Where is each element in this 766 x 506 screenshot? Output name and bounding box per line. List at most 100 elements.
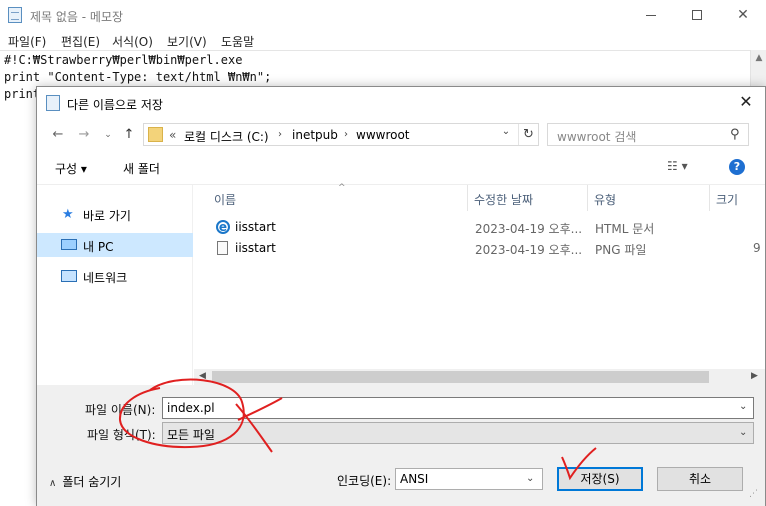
notepad-icon — [46, 95, 60, 111]
refresh-icon[interactable]: ↻ — [518, 124, 538, 145]
address-bar[interactable]: « 로컬 디스크 (C:) › inetpub › wwwroot ⌄ ↻ — [143, 123, 539, 146]
column-header-label: 이름 — [214, 193, 237, 207]
column-header-label: 수정한 날짜 — [474, 193, 534, 207]
nav-item-network[interactable]: 네트워크 — [37, 264, 193, 288]
search-placeholder: wwwroot 검색 — [557, 130, 637, 144]
scroll-right-icon[interactable]: ▶ — [751, 371, 758, 381]
hide-folders-button[interactable]: ∧ 폴더 숨기기 — [49, 473, 121, 490]
png-file-icon — [217, 241, 228, 255]
filetype-value: 모든 파일 — [167, 428, 215, 442]
close-icon: ✕ — [737, 7, 749, 23]
view-options-icon[interactable]: ☷ ▾ — [667, 159, 688, 173]
breadcrumb-inetpub[interactable]: inetpub — [292, 128, 338, 142]
new-folder-button[interactable]: 새 폴더 — [123, 160, 160, 177]
back-icon[interactable]: ← — [49, 127, 67, 142]
scroll-left-icon[interactable]: ◀ — [199, 371, 206, 381]
close-button[interactable]: ✕ — [720, 0, 766, 31]
notepad-titlebar: 제목 없음 - 메모장 ✕ — [0, 0, 766, 31]
nav-item-label: 바로 가기 — [83, 209, 131, 223]
notepad-icon — [8, 7, 22, 23]
recent-locations-icon[interactable]: ⌄ — [99, 130, 117, 140]
file-date: 2023-04-19 오후... — [475, 243, 583, 257]
hide-folders-label: 폴더 숨기기 — [62, 475, 122, 489]
filetype-select[interactable]: 모든 파일 ⌄ — [162, 422, 754, 444]
star-icon: ★ — [62, 207, 74, 222]
maximize-button[interactable] — [674, 0, 720, 31]
network-icon — [61, 270, 77, 282]
column-header-name[interactable]: ^ 이름 — [208, 183, 468, 211]
file-row[interactable]: iisstart 2023-04-19 오후... PNG 파일 9 — [194, 238, 765, 258]
filetype-label: 파일 형식(T): — [87, 428, 156, 442]
file-date: 2023-04-19 오후... — [475, 222, 583, 236]
organize-button[interactable]: 구성 ▾ — [55, 160, 87, 177]
menu-format[interactable]: 서식(O) — [112, 33, 153, 50]
scrollbar-thumb[interactable] — [212, 371, 709, 383]
search-box[interactable]: wwwroot 검색 ⚲ — [547, 123, 749, 146]
column-header-size[interactable]: 크기 — [710, 185, 766, 211]
filename-label: 파일 이름(N): — [85, 403, 156, 417]
resize-grip-icon[interactable]: ⋰ — [749, 489, 758, 499]
chevron-right-icon: › — [278, 129, 282, 140]
horizontal-scrollbar[interactable]: ◀ ▶ — [194, 369, 765, 386]
column-header-type[interactable]: 유형 — [588, 185, 710, 211]
maximize-icon — [692, 10, 702, 20]
ie-html-icon: e — [216, 220, 230, 234]
menu-edit[interactable]: 편집(E) — [61, 33, 100, 50]
search-icon: ⚲ — [730, 127, 740, 142]
cancel-button[interactable]: 취소 — [657, 467, 743, 491]
breadcrumb-wwwroot[interactable]: wwwroot — [356, 128, 410, 142]
minimize-icon — [646, 14, 656, 16]
chevron-right-icon: › — [344, 129, 348, 140]
dialog-titlebar: 다른 이름으로 저장 ✕ — [37, 87, 765, 119]
file-name: iisstart — [235, 241, 276, 255]
scroll-up-icon[interactable]: ▲ — [751, 53, 766, 63]
file-type: HTML 문서 — [595, 222, 655, 236]
minimize-button[interactable] — [628, 0, 674, 31]
dialog-footer: 파일 이름(N): ⌄ 파일 형식(T): 모든 파일 ⌄ ∧ 폴더 숨기기 인코… — [37, 385, 765, 506]
file-row[interactable]: e iisstart 2023-04-19 오후... HTML 문서 — [194, 217, 765, 237]
nav-item-label: 네트워크 — [83, 271, 128, 285]
file-list: ^ 이름 수정한 날짜 유형 크기 e iisstart 2023-04-19 … — [194, 183, 766, 385]
menu-help[interactable]: 도움말 — [221, 33, 254, 50]
up-folder-icon[interactable]: ↑ — [120, 127, 138, 142]
save-as-dialog: 다른 이름으로 저장 ✕ ← → ⌄ ↑ « 로컬 디스크 (C:) › ine… — [36, 86, 766, 506]
nav-item-this-pc[interactable]: 내 PC — [37, 233, 193, 257]
forward-icon[interactable]: → — [75, 127, 93, 142]
dialog-toolbar: 구성 ▾ 새 폴더 ☷ ▾ ? — [37, 151, 765, 185]
save-button[interactable]: 저장(S) — [557, 467, 643, 491]
column-header-label: 유형 — [594, 193, 617, 207]
notepad-title: 제목 없음 - 메모장 — [30, 10, 124, 24]
column-header-date[interactable]: 수정한 날짜 — [468, 185, 588, 211]
breadcrumb-local-disk[interactable]: 로컬 디스크 (C:) — [184, 128, 269, 145]
column-header-label: 크기 — [716, 193, 739, 207]
editor-line: #!C:₩Strawberry₩perl₩bin₩perl.exe — [4, 53, 243, 67]
editor-line: print — [4, 87, 41, 101]
chevron-down-icon[interactable]: ⌄ — [498, 126, 514, 137]
folder-icon — [148, 127, 163, 142]
chevron-down-icon: ⌄ — [526, 473, 535, 484]
encoding-label: 인코딩(E): — [337, 474, 392, 488]
sort-ascending-icon: ^ — [338, 183, 346, 193]
file-type: PNG 파일 — [595, 243, 647, 257]
filename-field[interactable]: ⌄ — [162, 397, 754, 419]
breadcrumb-overflow[interactable]: « — [169, 128, 176, 142]
navigation-pane: ★ 바로 가기 내 PC 네트워크 — [37, 185, 193, 385]
computer-icon — [61, 239, 77, 250]
chevron-down-icon: ⌄ — [739, 427, 748, 438]
help-icon[interactable]: ? — [729, 159, 745, 175]
filename-input[interactable] — [163, 398, 723, 418]
chevron-down-icon[interactable]: ⌄ — [739, 401, 747, 412]
menu-file[interactable]: 파일(F) — [8, 33, 46, 50]
notepad-menubar: 파일(F) 편집(E) 서식(O) 보기(V) 도움말 — [0, 31, 766, 50]
dialog-title: 다른 이름으로 저장 — [67, 98, 163, 112]
nav-item-label: 내 PC — [83, 240, 114, 254]
navigation-bar: ← → ⌄ ↑ « 로컬 디스크 (C:) › inetpub › wwwroo… — [37, 119, 765, 151]
editor-line: print "Content-Type: text/html ₩n₩n"; — [4, 70, 272, 84]
nav-item-quick-access[interactable]: ★ 바로 가기 — [37, 202, 193, 226]
chevron-up-icon: ∧ — [49, 478, 57, 489]
dialog-close-button[interactable]: ✕ — [735, 91, 757, 113]
encoding-select[interactable]: ANSI ⌄ — [395, 468, 543, 490]
menu-view[interactable]: 보기(V) — [167, 33, 207, 50]
file-size: 9 — [753, 241, 761, 255]
encoding-value: ANSI — [400, 472, 429, 486]
